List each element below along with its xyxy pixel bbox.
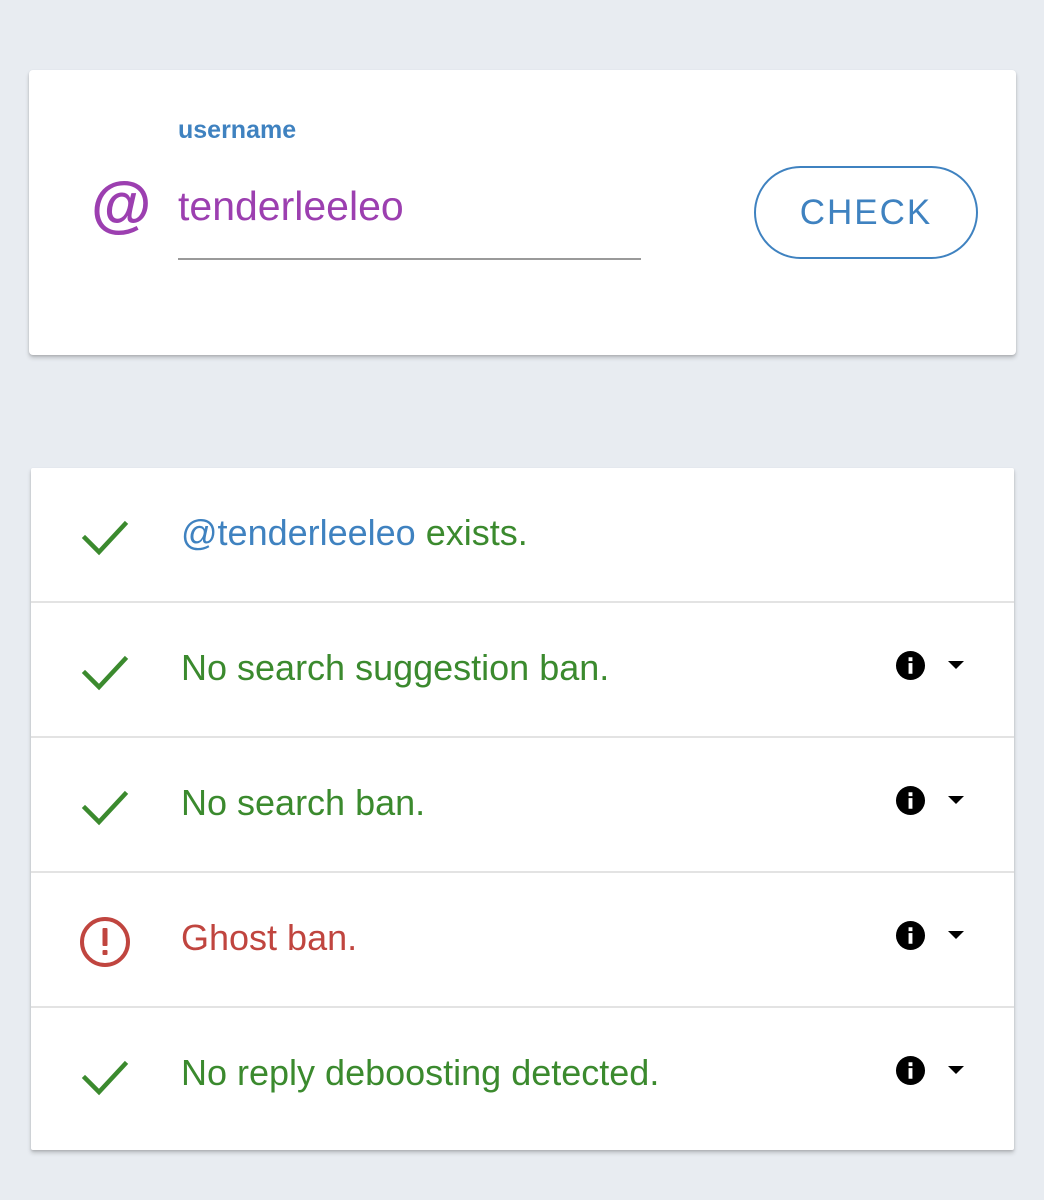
result-text: @tenderleeleo exists. [181, 512, 528, 554]
result-row-reply-deboosting: No reply deboosting detected. [31, 1008, 1014, 1143]
caret-down-icon[interactable] [947, 660, 965, 670]
username-search-card: username @ CHECK [29, 70, 1016, 355]
info-icon[interactable] [895, 785, 926, 816]
info-icon[interactable] [895, 1055, 926, 1086]
result-row-ghost-ban: Ghost ban. [31, 873, 1014, 1008]
username-label: username [178, 116, 297, 144]
result-exists-text: exists. [415, 512, 528, 553]
check-button[interactable]: CHECK [754, 166, 978, 259]
caret-down-icon[interactable] [947, 795, 965, 805]
at-icon: @ [91, 170, 152, 239]
info-icon[interactable] [895, 920, 926, 951]
result-text: No search suggestion ban. [181, 647, 610, 688]
check-icon [81, 790, 129, 826]
check-icon [81, 520, 129, 556]
result-text: No search ban. [181, 782, 426, 823]
alert-circle-icon [80, 917, 130, 967]
results-card: @tenderleeleo exists. No search suggesti… [31, 468, 1014, 1150]
result-text: No reply deboosting detected. [181, 1052, 660, 1093]
check-icon [81, 655, 129, 691]
caret-down-icon[interactable] [947, 930, 965, 940]
info-icon[interactable] [895, 650, 926, 681]
caret-down-icon[interactable] [947, 1065, 965, 1075]
username-handle: @tenderleeleo [181, 512, 416, 553]
username-field-wrapper [178, 178, 641, 260]
result-row-search-ban: No search ban. [31, 738, 1014, 873]
username-input[interactable] [178, 178, 641, 234]
result-row-search-suggestion-ban: No search suggestion ban. [31, 603, 1014, 738]
check-icon [81, 1060, 129, 1096]
result-text: Ghost ban. [181, 917, 358, 958]
result-row-exists: @tenderleeleo exists. [31, 468, 1014, 603]
